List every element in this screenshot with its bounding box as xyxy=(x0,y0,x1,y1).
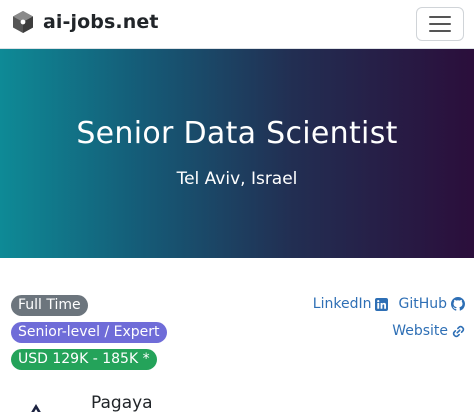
navbar: ai-jobs.net xyxy=(0,0,474,49)
github-label: GitHub xyxy=(398,296,447,312)
job-title: Senior Data Scientist xyxy=(76,116,398,151)
website-link[interactable]: Website xyxy=(392,323,465,339)
job-location: Tel Aviv, Israel xyxy=(176,169,298,189)
link-chain-icon xyxy=(452,325,465,337)
github-link[interactable]: GitHub xyxy=(398,296,465,312)
company-name[interactable]: Pagaya xyxy=(91,393,153,412)
ai-jobs-logo-icon xyxy=(11,10,35,34)
employment-type-badge: Full Time xyxy=(11,295,88,316)
brand-name: ai-jobs.net xyxy=(43,11,159,33)
brand-link[interactable]: ai-jobs.net xyxy=(11,10,159,34)
menu-toggle-button[interactable] xyxy=(416,7,464,41)
experience-level-badge: Senior-level / Expert xyxy=(11,322,167,343)
hamburger-menu-icon xyxy=(429,16,451,18)
company-links: LinkedIn GitHub Website xyxy=(303,294,465,348)
salary-badge: USD 129K - 185K * xyxy=(11,349,157,370)
job-hero-banner: Senior Data Scientist Tel Aviv, Israel xyxy=(0,49,474,258)
website-label: Website xyxy=(392,323,448,339)
linkedin-label: LinkedIn xyxy=(312,296,372,312)
linkedin-link[interactable]: LinkedIn xyxy=(313,296,389,312)
linkedin-icon xyxy=(375,297,389,311)
job-details: Full Time Senior-level / Expert USD 129K… xyxy=(0,258,474,412)
company-logo-icon xyxy=(31,404,41,412)
github-icon xyxy=(451,297,465,311)
